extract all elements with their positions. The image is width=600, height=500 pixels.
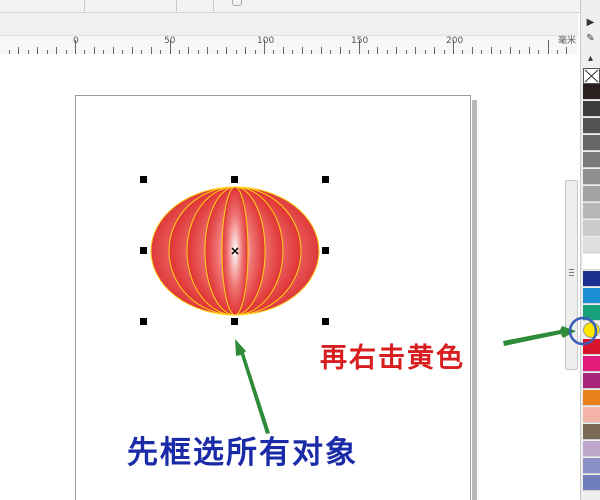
annotation-arrows <box>235 316 598 434</box>
annotation-right-click-yellow: 再右击黄色 <box>320 343 465 374</box>
green-arrow-to-selection <box>235 339 270 434</box>
annotation-select-all-objects: 先框选所有对象 <box>127 435 358 471</box>
green-arrow-to-yellow <box>503 326 576 346</box>
